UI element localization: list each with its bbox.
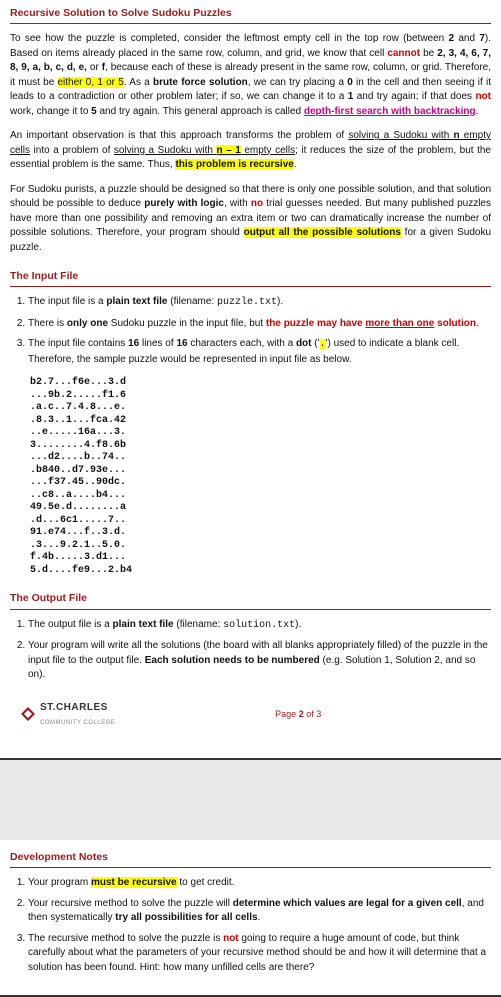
sample-puzzle: b2.7...f6e...3.d ...9b.2.....f1.6 .a.c..… (30, 377, 491, 577)
section-title-input: The Input File (10, 269, 491, 287)
list-item: Your program must be recursive to get cr… (28, 876, 491, 891)
output-list: The output file is a plain text file (fi… (10, 618, 491, 683)
list-item: There is only one Sudoku puzzle in the i… (28, 317, 491, 332)
list-item: Your program will write all the solution… (28, 639, 491, 683)
dev-list: Your program must be recursive to get cr… (10, 876, 491, 975)
list-item: The input file contains 16 lines of 16 c… (28, 337, 491, 367)
page-footer: ST.CHARLES COMMUNITY COLLEGE Page 2 of 3 (10, 693, 491, 749)
input-list: The input file is a plain text file (fil… (10, 295, 491, 367)
page-3-top: Development Notes Your program must be r… (0, 840, 501, 997)
list-item: The output file is a plain text file (fi… (28, 618, 491, 634)
paragraph-observation: An important observation is that this ap… (10, 129, 491, 173)
list-item: The input file is a plain text file (fil… (28, 295, 491, 311)
list-item: The recursive method to solve the puzzle… (28, 932, 491, 976)
page-gap (0, 760, 501, 840)
section-title-recursive: Recursive Solution to Solve Sudoku Puzzl… (10, 6, 491, 24)
page-number: Page 2 of 3 (275, 708, 321, 721)
section-title-dev: Development Notes (10, 850, 491, 868)
paragraph-purists: For Sudoku purists, a puzzle should be d… (10, 183, 491, 256)
logo: ST.CHARLES COMMUNITY COLLEGE (20, 701, 115, 729)
diamond-icon (20, 706, 36, 722)
list-item: Your recursive method to solve the puzzl… (28, 897, 491, 926)
paragraph-intro: To see how the puzzle is completed, cons… (10, 32, 491, 119)
section-title-output: The Output File (10, 591, 491, 609)
page-2: Recursive Solution to Solve Sudoku Puzzl… (0, 0, 501, 760)
